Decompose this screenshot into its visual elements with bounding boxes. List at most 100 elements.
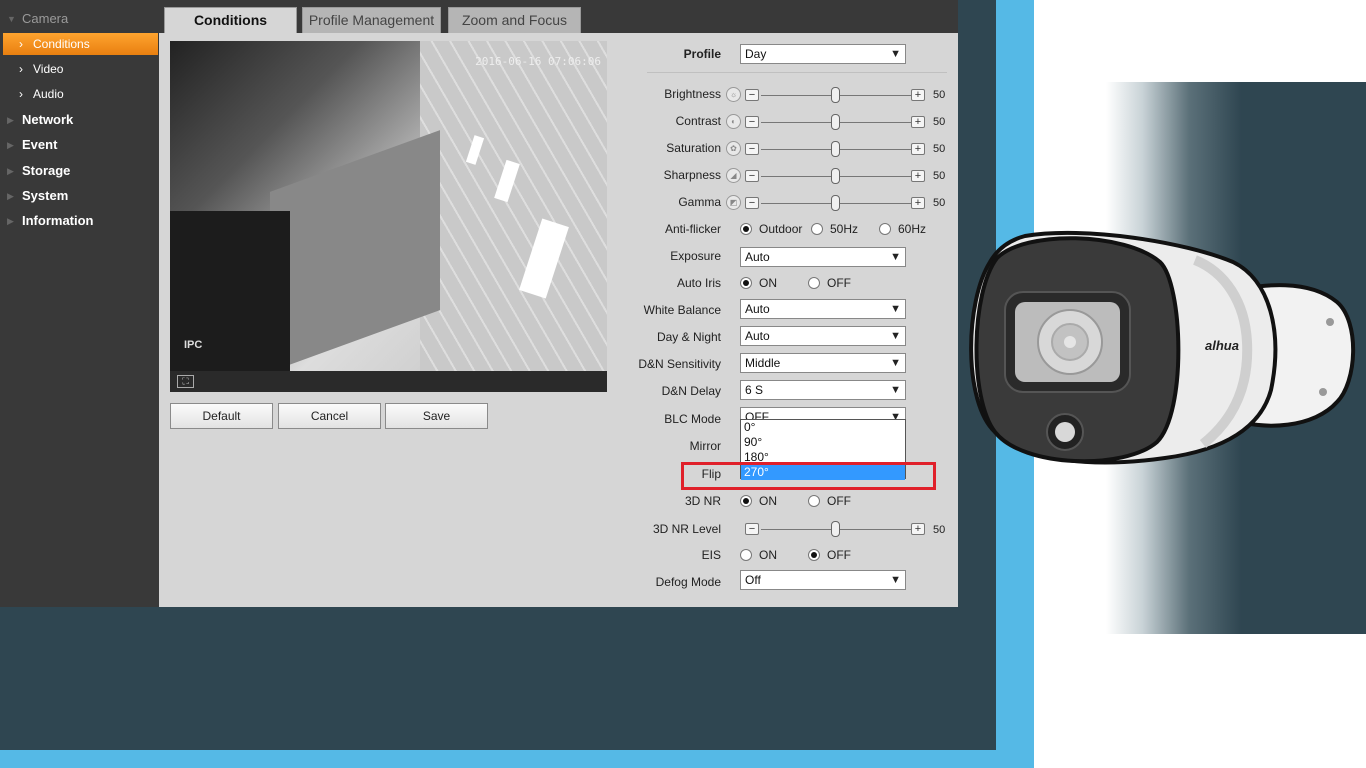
minus-icon[interactable]: − — [745, 116, 759, 128]
bullet-camera-image: alhua — [969, 230, 1356, 465]
fullscreen-icon[interactable]: ⛶ — [177, 375, 194, 388]
tab-zoom-and-focus[interactable]: Zoom and Focus — [448, 7, 581, 33]
radio-outdoor[interactable] — [740, 223, 752, 235]
chevron-down-icon: ▼ — [890, 384, 901, 396]
minus-icon[interactable]: − — [745, 197, 759, 209]
radio-off[interactable] — [808, 277, 820, 289]
saturation-icon: ✿ — [726, 141, 741, 156]
minus-icon[interactable]: − — [745, 523, 759, 535]
chevron-down-icon: ▼ — [890, 48, 901, 60]
3d-nr-level-value: 50 — [933, 524, 946, 536]
chevron-down-icon: ▼ — [890, 251, 901, 263]
save-button[interactable]: Save — [385, 403, 488, 429]
radio-off[interactable] — [808, 549, 820, 561]
exposure-label: Exposure — [670, 249, 721, 263]
divider — [647, 72, 947, 73]
sidebar-item-camera[interactable]: ▼ Camera — [0, 7, 159, 31]
flip-option[interactable]: 90° — [741, 435, 905, 450]
plus-icon[interactable]: + — [911, 523, 925, 535]
sidebar-item-system[interactable]: ▶ System — [0, 184, 159, 208]
dn-sensitivity-select[interactable]: Middle ▼ — [740, 353, 906, 373]
chevron-right-icon: › — [19, 37, 23, 51]
brightness-value: 50 — [933, 89, 946, 101]
plus-icon[interactable]: + — [911, 170, 925, 182]
radio-60hz[interactable] — [879, 223, 891, 235]
brightness-label: Brightness — [664, 87, 721, 101]
sidebar-item-information[interactable]: ▶ Information — [0, 209, 159, 233]
white-balance-label: White Balance — [643, 303, 721, 317]
flip-option[interactable]: 0° — [741, 420, 905, 435]
tab-profile-management[interactable]: Profile Management — [302, 7, 441, 33]
live-video-preview[interactable]: 2016-06-16 07:06:06 IPC ⛶ — [170, 41, 607, 392]
triangle-right-icon: ▶ — [7, 216, 14, 226]
gamma-icon: ◩ — [726, 195, 741, 210]
saturation-value: 50 — [933, 143, 946, 155]
contrast-icon: ◐ — [726, 114, 741, 129]
auto-iris-radio-group: ON OFF — [740, 275, 940, 291]
minus-icon[interactable]: − — [745, 143, 759, 155]
sidebar-item-video[interactable]: › Video — [3, 58, 158, 80]
dn-delay-select[interactable]: 6 S ▼ — [740, 380, 906, 400]
triangle-down-icon: ▼ — [7, 14, 16, 24]
slider-thumb[interactable] — [831, 141, 840, 157]
sidebar-item-event[interactable]: ▶ Event — [0, 133, 159, 157]
radio-on[interactable] — [740, 495, 752, 507]
sidebar-item-audio[interactable]: › Audio — [3, 83, 158, 105]
radio-on[interactable] — [740, 549, 752, 561]
minus-icon[interactable]: − — [745, 89, 759, 101]
sidebar-item-storage[interactable]: ▶ Storage — [0, 159, 159, 183]
sidebar-item-network[interactable]: ▶ Network — [0, 108, 159, 132]
minus-icon[interactable]: − — [745, 170, 759, 182]
tab-conditions[interactable]: Conditions — [164, 7, 297, 33]
video-toolbar: ⛶ — [170, 371, 607, 392]
highlight-box — [681, 462, 936, 490]
slider-thumb[interactable] — [831, 521, 840, 537]
chevron-down-icon: ▼ — [890, 303, 901, 315]
auto-iris-label: Auto Iris — [676, 276, 721, 290]
triangle-right-icon: ▶ — [7, 140, 14, 150]
mirror-label: Mirror — [689, 439, 721, 453]
triangle-right-icon: ▶ — [7, 191, 14, 201]
dn-delay-label: D&N Delay — [661, 384, 721, 398]
video-overlay-text: IPC — [184, 339, 203, 351]
slider-thumb[interactable] — [831, 87, 840, 103]
slider-thumb[interactable] — [831, 168, 840, 184]
sharpness-icon: ◢ — [726, 168, 741, 183]
defog-mode-label: Defog Mode — [655, 575, 721, 589]
plus-icon[interactable]: + — [911, 197, 925, 209]
plus-icon[interactable]: + — [911, 143, 925, 155]
chevron-right-icon: › — [19, 62, 23, 76]
triangle-right-icon: ▶ — [7, 166, 14, 176]
chevron-down-icon: ▼ — [890, 357, 901, 369]
sidebar-item-conditions[interactable]: › Conditions — [3, 33, 158, 55]
slider-thumb[interactable] — [831, 114, 840, 130]
eis-radio-group: ON OFF — [740, 547, 940, 563]
profile-select[interactable]: Day ▼ — [740, 44, 906, 64]
contrast-label: Contrast — [675, 114, 721, 128]
sharpness-label: Sharpness — [663, 168, 721, 182]
sidebar: ▼ Camera › Conditions › Video › Audio ▶ … — [0, 0, 159, 607]
frame-stripe-bottom — [0, 750, 1034, 768]
cancel-button[interactable]: Cancel — [278, 403, 381, 429]
camera-settings-window: ▼ Camera › Conditions › Video › Audio ▶ … — [0, 0, 958, 607]
triangle-right-icon: ▶ — [7, 115, 14, 125]
chevron-down-icon: ▼ — [890, 330, 901, 342]
default-button[interactable]: Default — [170, 403, 273, 429]
plus-icon[interactable]: + — [911, 89, 925, 101]
plus-icon[interactable]: + — [911, 116, 925, 128]
chevron-right-icon: › — [19, 87, 23, 101]
exposure-select[interactable]: Auto ▼ — [740, 247, 906, 267]
slider-thumb[interactable] — [831, 195, 840, 211]
brand-logo: alhua — [1205, 338, 1239, 353]
defog-mode-select[interactable]: Off ▼ — [740, 570, 906, 590]
radio-on[interactable] — [740, 277, 752, 289]
3d-nr-radio-group: ON OFF — [740, 493, 940, 509]
gamma-label: Gamma — [678, 195, 721, 209]
day-night-select[interactable]: Auto ▼ — [740, 326, 906, 346]
brightness-icon: ☼ — [726, 87, 741, 102]
anti-flicker-radio-group: Outdoor 50Hz 60Hz — [740, 221, 940, 237]
radio-off[interactable] — [808, 495, 820, 507]
white-balance-select[interactable]: Auto ▼ — [740, 299, 906, 319]
eis-label: EIS — [701, 548, 721, 562]
radio-50hz[interactable] — [811, 223, 823, 235]
